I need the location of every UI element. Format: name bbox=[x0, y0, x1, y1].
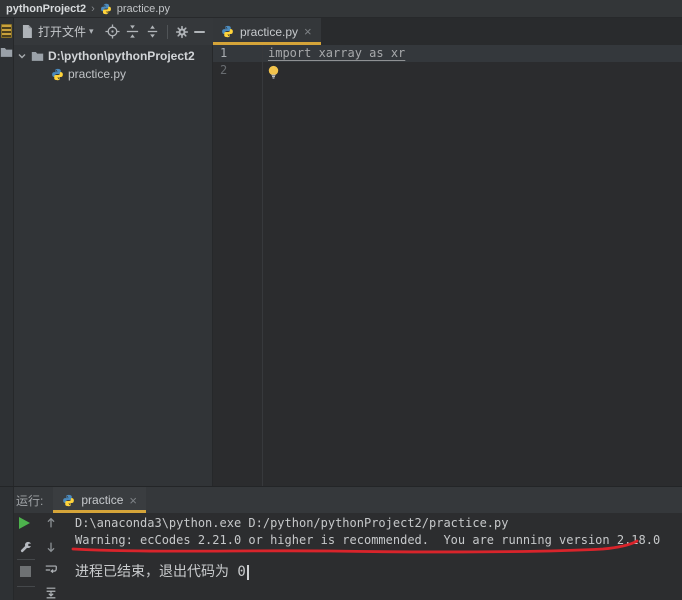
editor-area[interactable]: 1 2 import xarray as xr bbox=[213, 45, 682, 487]
toolbar-separator bbox=[167, 25, 168, 39]
line-number-1: 1 bbox=[220, 45, 250, 62]
chevron-right-icon: › bbox=[91, 3, 95, 15]
project-toolbar: 打开文件 ▾ bbox=[14, 18, 213, 45]
project-panel: D:\python\pythonProject2 practice.py bbox=[14, 45, 213, 487]
arrow-down-icon[interactable] bbox=[44, 540, 58, 554]
tree-file-label: practice.py bbox=[68, 67, 126, 81]
python-file-icon bbox=[221, 25, 234, 38]
file-page-icon bbox=[21, 25, 33, 38]
tree-item-project-root[interactable]: D:\python\pythonProject2 bbox=[17, 47, 195, 65]
python-file-icon bbox=[62, 494, 75, 507]
run-panel-label: 运行: bbox=[14, 492, 53, 509]
folder-icon bbox=[31, 50, 44, 62]
stop-button[interactable] bbox=[20, 566, 31, 577]
expand-collapse-icon[interactable] bbox=[145, 24, 160, 39]
line-number-2: 2 bbox=[220, 62, 250, 79]
locate-file-icon[interactable] bbox=[105, 24, 120, 39]
open-file-scope-label[interactable]: 打开文件 bbox=[38, 23, 86, 40]
chevron-down-icon[interactable]: ▾ bbox=[89, 26, 94, 37]
close-icon[interactable]: × bbox=[304, 25, 312, 38]
intention-bulb-icon[interactable] bbox=[266, 64, 281, 80]
tree-item-practice-py[interactable]: practice.py bbox=[51, 65, 126, 83]
tree-root-label: D:\python\pythonProject2 bbox=[48, 49, 195, 63]
run-tab-practice[interactable]: practice × bbox=[53, 487, 146, 513]
toolbar-separator bbox=[17, 559, 35, 560]
close-icon[interactable]: × bbox=[129, 494, 137, 507]
settings-wrench-icon[interactable] bbox=[18, 540, 33, 555]
run-panel-header: 运行: practice × bbox=[14, 487, 682, 513]
toolbar-separator bbox=[17, 586, 35, 587]
editor-tab-bar: practice.py × bbox=[213, 18, 682, 45]
editor-code-line[interactable]: import xarray as xr bbox=[268, 45, 405, 62]
console-line-exit: 进程已结束，退出代码为 0 bbox=[75, 564, 249, 581]
chevron-down-icon[interactable] bbox=[17, 51, 27, 61]
scroll-to-end-icon[interactable] bbox=[44, 586, 58, 600]
tab-practice-py[interactable]: practice.py × bbox=[213, 18, 321, 45]
settings-gear-icon[interactable] bbox=[175, 25, 189, 39]
folder-tool-window-icon[interactable] bbox=[0, 46, 13, 58]
python-file-icon bbox=[100, 3, 112, 15]
breadcrumb-project[interactable]: pythonProject2 bbox=[6, 3, 86, 15]
exit-message-text: 进程已结束，退出代码为 0 bbox=[75, 564, 246, 581]
run-tab-label: practice bbox=[81, 493, 123, 507]
gutter-separator bbox=[262, 45, 263, 487]
breadcrumb: pythonProject2 › practice.py bbox=[0, 0, 682, 18]
console-line-command: D:\anaconda3\python.exe D:/python/python… bbox=[75, 515, 508, 532]
soft-wrap-icon[interactable] bbox=[44, 563, 58, 577]
collapse-all-icon[interactable] bbox=[125, 24, 140, 39]
pycharm-window: pythonProject2 › practice.py 打开文件 ▾ bbox=[0, 0, 682, 600]
tab-label: practice.py bbox=[240, 25, 298, 39]
project-tool-window-icon[interactable] bbox=[1, 24, 12, 38]
text-cursor bbox=[247, 565, 249, 580]
breadcrumb-file[interactable]: practice.py bbox=[117, 3, 170, 15]
hide-panel-icon[interactable] bbox=[194, 31, 205, 33]
python-file-icon bbox=[51, 68, 64, 81]
console-line-warning: Warning: ecCodes 2.21.0 or higher is rec… bbox=[75, 532, 660, 549]
tool-window-stripe bbox=[0, 18, 14, 600]
rerun-button[interactable] bbox=[19, 517, 30, 529]
arrow-up-icon[interactable] bbox=[44, 516, 58, 530]
